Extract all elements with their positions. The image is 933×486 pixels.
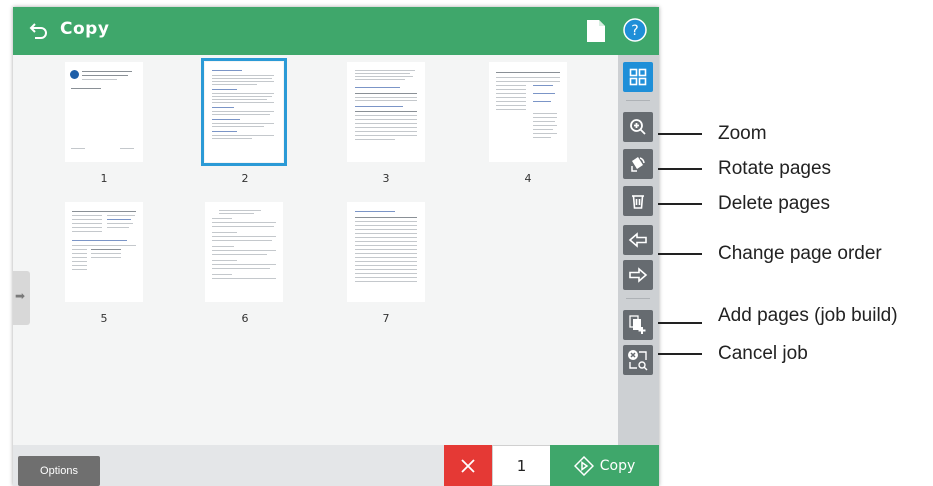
app-header: Copy ? [13,7,659,55]
callout-add-pages: Add pages (job build) [718,305,898,326]
page-number-1: 1 [100,172,108,185]
page-number-5: 5 [100,312,108,325]
copy-label: Copy [599,457,636,474]
action-footer: Options 1 Copy [13,445,659,486]
svg-text:?: ? [631,23,638,39]
page-thumbnail-1[interactable] [65,62,143,162]
arrow-left-icon [628,232,647,248]
arrow-right-icon: ➡ [15,289,26,303]
options-button[interactable]: Options [18,456,100,486]
move-page-left-button[interactable] [623,225,653,255]
copy-start-button[interactable]: Copy [550,445,659,486]
zoom-in-icon [630,119,646,135]
cancel-job-button[interactable] [623,345,653,375]
callout-change-page-order: Change page order [718,243,882,264]
add-pages-button[interactable] [623,310,653,340]
add-pages-icon [629,315,646,334]
callout-rotate-pages: Rotate pages [718,158,832,179]
callout-line-add [658,322,702,324]
callout-line-cancel [658,353,702,355]
rotate-pages-icon [631,157,645,172]
callout-line-order [658,253,702,255]
grid-view-icon [629,68,647,86]
copies-count-field[interactable]: 1 [492,445,551,486]
page-title: Copy [60,19,110,39]
page-thumbnail-area: ➡ 1 2 3 4 5 6 7 [13,55,618,445]
page-thumbnail-2[interactable] [201,58,287,166]
delete-pages-button[interactable] [623,186,653,216]
zoom-button[interactable] [623,112,653,142]
move-page-right-button[interactable] [623,260,653,290]
page-thumbnail-3[interactable] [347,62,425,162]
cancel-button[interactable] [444,445,492,486]
page-number-2: 2 [241,172,249,185]
cancel-job-icon [628,350,648,371]
delete-icon [632,195,644,209]
back-arrow-icon[interactable] [27,19,51,43]
callout-line-rotate [658,168,702,170]
page-thumbnail-4[interactable] [489,62,567,162]
arrow-right-icon [629,267,648,283]
rotate-pages-button[interactable] [623,149,653,179]
help-icon[interactable]: ? [623,18,647,42]
page-number-7: 7 [382,312,390,325]
callout-delete-pages: Delete pages [718,193,830,214]
callout-line-zoom [658,133,702,135]
toolbar-separator [626,100,650,101]
side-panel-toggle[interactable]: ➡ [13,271,30,325]
toolbar-separator [626,298,650,299]
callout-cancel-job: Cancel job [718,343,808,364]
document-icon[interactable] [587,20,605,42]
page-number-4: 4 [524,172,532,185]
page-number-3: 3 [382,172,390,185]
page-tools-toolbar [618,55,659,445]
page-number-6: 6 [241,312,249,325]
close-icon [461,458,475,473]
callout-zoom: Zoom [718,123,767,144]
callout-line-delete [658,203,702,205]
grid-view-button[interactable] [623,62,653,92]
copy-app-window: Copy ? ➡ 1 2 3 4 5 6 7 Options 1 Copy [13,7,659,486]
page-thumbnail-6[interactable] [205,202,283,302]
page-thumbnail-7[interactable] [347,202,425,302]
hp-logo-icon [70,70,79,79]
start-icon [573,455,594,476]
page-thumbnail-5[interactable] [65,202,143,302]
